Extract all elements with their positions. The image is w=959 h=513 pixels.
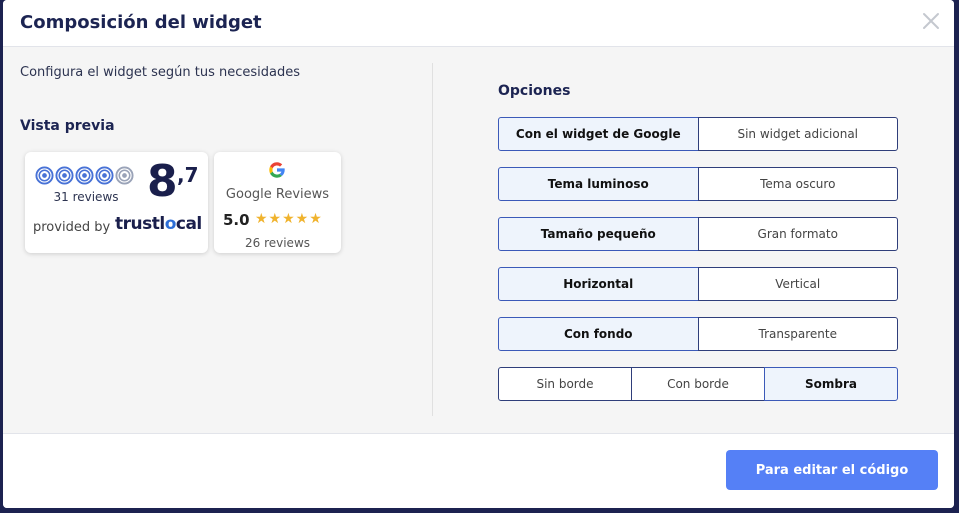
option-dark-theme[interactable]: Tema oscuro	[697, 167, 898, 201]
modal-subtitle: Configura el widget según tus necesidade…	[20, 65, 300, 80]
google-reviews-name: Google Reviews	[225, 187, 330, 202]
trustlocal-logo: trustlocal	[115, 214, 202, 234]
option-group-google-widget: Con el widget de Google Sin widget adici…	[498, 117, 898, 151]
option-transparent[interactable]: Transparente	[697, 317, 898, 351]
trustlocal-score: 8	[147, 156, 178, 207]
option-horizontal[interactable]: Horizontal	[498, 267, 699, 301]
modal-header: Composición del widget	[3, 0, 954, 47]
option-small-size[interactable]: Tamaño pequeño	[498, 217, 699, 251]
option-vertical[interactable]: Vertical	[697, 267, 898, 301]
option-no-border[interactable]: Sin borde	[498, 367, 632, 401]
trustlocal-logo-part: trustl	[115, 214, 165, 234]
modal-footer: Para editar el código	[3, 434, 954, 508]
option-with-google-widget[interactable]: Con el widget de Google	[498, 117, 699, 151]
google-reviews-widget-preview: Google Reviews 5.0 ★★★★★ 26 reviews	[214, 152, 341, 253]
modal-body: Configura el widget según tus necesidade…	[3, 47, 954, 434]
option-light-theme[interactable]: Tema luminoso	[498, 167, 699, 201]
option-group-border: Sin borde Con borde Sombra	[498, 367, 898, 401]
google-reviews-count: 26 reviews	[244, 236, 311, 250]
option-large-format[interactable]: Gran formato	[697, 217, 898, 251]
google-g-icon	[269, 162, 285, 178]
close-icon[interactable]	[922, 12, 940, 30]
google-rating-stars: ★★★★★	[255, 211, 323, 227]
option-group-orientation: Horizontal Vertical	[498, 267, 898, 301]
google-rating-value: 5.0	[223, 211, 250, 229]
trustlocal-rating-circles-icon	[35, 166, 134, 185]
option-group-theme: Tema luminoso Tema oscuro	[498, 167, 898, 201]
provided-by-label: provided by	[33, 220, 111, 235]
option-with-border[interactable]: Con borde	[631, 367, 765, 401]
column-divider	[432, 63, 433, 416]
option-without-extra-widget[interactable]: Sin widget adicional	[697, 117, 898, 151]
options-title: Opciones	[498, 83, 571, 99]
trustlocal-score-decimal: ,7	[177, 163, 199, 187]
preview-title: Vista previa	[20, 118, 115, 134]
widget-composition-modal: Composición del widget Configura el widg…	[3, 0, 954, 508]
option-group-size: Tamaño pequeño Gran formato	[498, 217, 898, 251]
trustlocal-logo-part: cal	[175, 214, 202, 234]
option-group-background: Con fondo Transparente	[498, 317, 898, 351]
trustlocal-logo-part: o	[164, 214, 177, 234]
trustlocal-reviews-count: 31 reviews	[53, 190, 119, 204]
edit-code-button[interactable]: Para editar el código	[726, 450, 938, 490]
option-shadow[interactable]: Sombra	[764, 367, 898, 401]
trustlocal-widget-preview: 31 reviews 8 ,7 provided by trustlocal	[25, 152, 208, 253]
modal-title: Composición del widget	[20, 12, 262, 33]
option-with-background[interactable]: Con fondo	[498, 317, 699, 351]
